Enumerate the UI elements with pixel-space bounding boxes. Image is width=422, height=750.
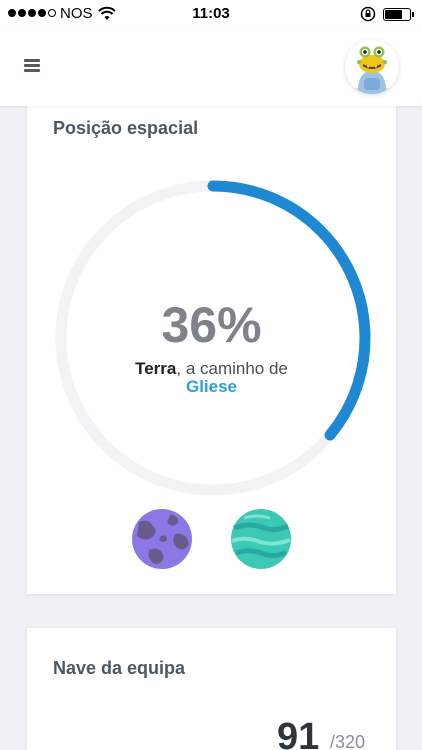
rotation-lock-icon [360, 6, 376, 22]
battery-icon [383, 8, 411, 21]
status-bar: NOS 11:03 [0, 0, 422, 28]
card-title: Posição espacial [53, 118, 199, 138]
team-count: 91 [277, 716, 320, 750]
route-connector: , a caminho de [176, 359, 288, 378]
team-total: /320 [330, 732, 366, 750]
avatar[interactable] [345, 40, 399, 94]
monster-avatar-icon [352, 46, 392, 94]
card-title: Nave da equipa [53, 658, 186, 678]
status-time: 11:03 [192, 5, 230, 22]
progress-percent: 36% [161, 297, 262, 353]
destination-planet-icon [231, 509, 291, 569]
origin-planet-name: Terra [135, 359, 177, 378]
app-header [0, 28, 422, 106]
space-position-card: Posição espacial 36% Terra, a caminho de… [27, 100, 396, 594]
route-text: Terra, a caminho de [27, 359, 396, 379]
battery-level [385, 10, 403, 19]
hamburger-menu-icon[interactable] [24, 59, 40, 73]
team-ship-card: Nave da equipa 91 /320 [27, 628, 396, 750]
origin-planet-icon [132, 509, 192, 569]
destination-planet-name[interactable]: Gliese [27, 377, 396, 397]
